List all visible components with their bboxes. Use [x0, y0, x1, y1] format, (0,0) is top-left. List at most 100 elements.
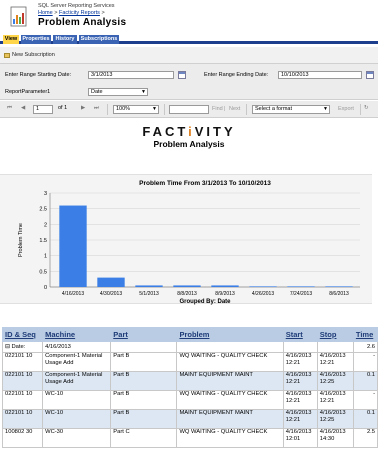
chart-bar: [97, 277, 125, 287]
find-link[interactable]: Find: [212, 106, 223, 112]
last-page-icon[interactable]: ⏭: [94, 105, 99, 112]
cell-stop: 4/16/2013 12:21: [316, 390, 354, 410]
cell-problem: MAINT EQUIPMENT MAINT: [176, 409, 284, 429]
cell-id: 100802 30: [1, 428, 44, 448]
cell-stop: 4/16/2013 12:25: [316, 409, 354, 429]
start-calendar-icon[interactable]: [178, 71, 186, 79]
page-number-input[interactable]: 1: [33, 105, 53, 114]
cell-stop: 4/16/2013 12:21: [316, 352, 354, 372]
cell-machine: WC-10: [42, 390, 112, 410]
toolbar-divider: [360, 104, 361, 115]
cell-start: 4/16/2013 12:21: [282, 409, 318, 429]
find-input[interactable]: [169, 105, 209, 114]
find-separator: |: [224, 106, 226, 112]
service-name: SQL Server Reporting Services: [38, 3, 115, 9]
logo-text-end: VITY: [194, 124, 236, 139]
export-link[interactable]: Export: [338, 106, 354, 112]
group-toggle[interactable]: ⊟ Date:: [1, 341, 44, 353]
report-viewer-toolbar: ⏮ ◀ 1 of 1 ▶ ⏭ 100% ▼ Find | Next Select…: [0, 101, 378, 118]
x-tick-label: 4/26/2013: [252, 291, 274, 297]
next-page-icon[interactable]: ▶: [81, 105, 85, 111]
group-total: 2.6: [352, 341, 378, 353]
subscription-bar: New Subscription: [0, 47, 378, 64]
cell-part: Part B: [110, 409, 178, 429]
export-format-value: Select a format: [255, 106, 292, 112]
cell-time: -: [352, 390, 378, 410]
tab-subscriptions[interactable]: Subscriptions: [79, 35, 119, 44]
cell-problem: WQ WAITING - QUALITY CHECK: [176, 352, 284, 372]
column-header-id[interactable]: ID & Seq: [1, 327, 44, 342]
breadcrumb-end: >: [99, 10, 105, 16]
x-tick-label: 8/9/2013: [215, 291, 235, 297]
previous-page-icon[interactable]: ◀: [21, 105, 25, 111]
cell-part: Part C: [110, 428, 178, 448]
column-header-problem[interactable]: Problem: [176, 327, 284, 342]
page-title: Problem Analysis: [38, 17, 127, 28]
facticity-logo: FACTiVITY: [0, 124, 378, 139]
chevron-down-icon: ▼: [141, 89, 146, 95]
column-header-stop[interactable]: Stop: [316, 327, 354, 342]
cell-problem: WQ WAITING - QUALITY CHECK: [176, 390, 284, 410]
x-tick-label: 8/6/2013: [329, 291, 349, 297]
end-date-input[interactable]: 10/10/2013: [278, 71, 362, 79]
tab-view[interactable]: View: [3, 35, 19, 44]
cell-start: 4/16/2013 12:21: [282, 371, 318, 391]
x-tick-label: 8/8/2013: [177, 291, 197, 297]
cell-part: Part B: [110, 390, 178, 410]
column-header-machine[interactable]: Machine: [42, 327, 112, 342]
y-tick-label: 2.5: [39, 207, 47, 213]
zoom-select[interactable]: 100% ▼: [113, 105, 159, 114]
chart-bar: [249, 286, 277, 287]
column-header-time[interactable]: Time: [352, 327, 378, 342]
x-axis-label: Grouped By: Date: [179, 299, 231, 305]
chart-bar: [135, 285, 163, 287]
refresh-icon[interactable]: ↻: [364, 105, 369, 111]
chart-bar: [325, 286, 353, 287]
first-page-icon[interactable]: ⏮: [7, 105, 12, 112]
new-subscription-label: New Subscription: [12, 52, 55, 58]
cell-time: -: [352, 352, 378, 372]
chart-title: Problem Time From 3/1/2013 To 10/10/2013: [139, 180, 271, 187]
cell-machine: Component-1 Material Usage Add: [42, 371, 112, 391]
cell-start: 4/16/2013 12:21: [282, 352, 318, 372]
tab-properties[interactable]: Properties: [21, 35, 51, 44]
breadcrumb-folder-link[interactable]: Facticity Reports: [59, 10, 100, 16]
chevron-down-icon: ▼: [323, 106, 328, 112]
tab-strip: View Properties History Subscriptions: [0, 34, 378, 44]
column-header-part[interactable]: Part: [110, 327, 178, 342]
end-date-label: Enter Range Ending Date:: [204, 72, 269, 78]
parameter1-select[interactable]: Date ▼: [88, 88, 148, 96]
zoom-value: 100%: [116, 106, 131, 112]
y-tick-label: 0.5: [39, 269, 47, 275]
start-date-input[interactable]: 3/1/2013: [88, 71, 174, 79]
cell-machine: WC-10: [42, 409, 112, 429]
x-tick-label: 5/1/2013: [139, 291, 159, 297]
cell-time: 0.1: [352, 409, 378, 429]
table-header-row: ID & Seq Machine Part Problem Start Stop…: [1, 327, 378, 342]
x-tick-label: 4/30/2013: [100, 291, 122, 297]
parameters-panel: Enter Range Starting Date: 3/1/2013 Ente…: [0, 64, 378, 100]
x-tick-label: 7/24/2013: [290, 291, 312, 297]
column-header-start[interactable]: Start: [282, 327, 318, 342]
next-link[interactable]: Next: [229, 106, 240, 112]
report-icon: [10, 6, 27, 27]
breadcrumb-home-link[interactable]: Home: [38, 10, 53, 16]
new-subscription-button[interactable]: New Subscription: [4, 52, 55, 58]
toolbar-divider: [246, 104, 247, 115]
end-calendar-icon[interactable]: [366, 71, 374, 79]
report-title: Problem Analysis: [153, 139, 225, 149]
parameter1-label: ReportParameter1: [5, 89, 51, 95]
cell-problem: MAINT EQUIPMENT MAINT: [176, 371, 284, 391]
logo-text-start: FACT: [142, 124, 189, 139]
breadcrumb: Home > Facticity Reports >: [38, 10, 105, 16]
y-tick-label: 3: [44, 191, 47, 197]
cell-machine: Component-1 Material Usage Add: [42, 352, 112, 372]
cell-start: 4/16/2013 12:01: [282, 428, 318, 448]
y-tick-label: 0: [44, 285, 47, 291]
tab-history[interactable]: History: [53, 35, 77, 44]
parameter1-value: Date: [91, 89, 103, 95]
cell-time: 2.5: [352, 428, 378, 448]
y-tick-label: 1.5: [39, 238, 47, 244]
export-format-select[interactable]: Select a format ▼: [252, 105, 330, 114]
cell-problem: WQ WAITING - QUALITY CHECK: [176, 428, 284, 448]
